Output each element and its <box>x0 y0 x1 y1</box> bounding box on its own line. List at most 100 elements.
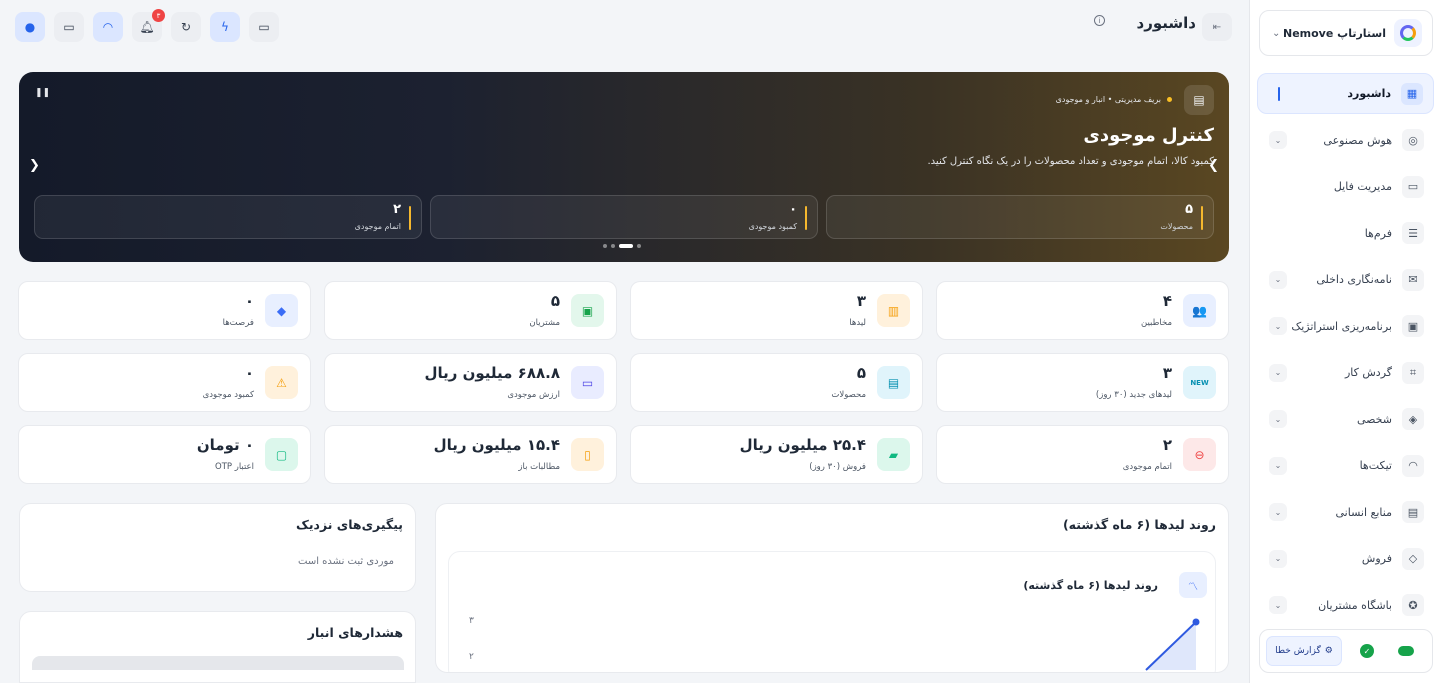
chevron-down-icon[interactable]: ⌄ <box>1269 131 1287 149</box>
sidebar-item-leading: ⌄ <box>1269 131 1287 149</box>
sidebar-item[interactable]: ⌄ شخصی ◈ <box>1257 399 1434 440</box>
window-button[interactable]: ▭ <box>54 12 84 42</box>
brain-icon: ◎ <box>1402 129 1424 151</box>
sidebar-item[interactable]: فرم‌ها ☰ <box>1257 213 1434 254</box>
pause-icon[interactable]: ❚❚ <box>35 88 50 98</box>
sidebar-footer: ⚙ گزارش خطا ✓ <box>1259 629 1433 673</box>
hero-stat-shortage: ۰ کمبود موجودی <box>430 195 818 239</box>
sidebar-item[interactable]: ⌄ فروش ◇ <box>1257 538 1434 579</box>
kpi-label: لیدها <box>849 318 866 328</box>
award-icon: ✪ <box>1402 594 1424 616</box>
kpi-value: ۰ <box>244 292 254 310</box>
followups-panel: پیگیری‌های نزدیک موردی ثبت نشده است <box>19 503 416 592</box>
chevron-down-icon[interactable]: ⌄ <box>1269 503 1287 521</box>
hero-stat-label: محصولات <box>1160 222 1193 231</box>
hero-stat-products: ۵ محصولات <box>826 195 1214 239</box>
followups-empty: موردی ثبت نشده است <box>298 556 394 567</box>
warning-icon: ⚠ <box>265 366 298 399</box>
sidebar-item[interactable]: ⌄ نامه‌نگاری داخلی ✉ <box>1257 259 1434 300</box>
new-badge-icon: NEW <box>1183 366 1216 399</box>
sidebar-item[interactable]: ⌄ گردش کار ⌗ <box>1257 352 1434 393</box>
report-error-button[interactable]: ⚙ گزارش خطا <box>1266 636 1342 666</box>
carousel-dot[interactable] <box>637 244 641 248</box>
sidebar-item[interactable]: مدیریت فایل ▭ <box>1257 166 1434 207</box>
sidebar-item-label: باشگاه مشتریان <box>1318 598 1392 612</box>
sidebar-item[interactable]: ⌄ هوش مصنوعی ◎ <box>1257 120 1434 161</box>
folder-icon: ▭ <box>1402 175 1424 198</box>
kpi-card[interactable]: ◆ ۰ فرصت‌ها <box>18 281 311 340</box>
form-icon: ☰ <box>1402 222 1424 244</box>
sidebar-item-label: مدیریت فایل <box>1333 180 1392 193</box>
active-indicator <box>1278 86 1280 101</box>
collapse-icon: ⇤ <box>1212 21 1222 33</box>
sidebar-item-label: داشبورد <box>1347 87 1391 100</box>
hero-carousel: ❚❚ ❯ ❮ ▤ بریف مدیریتی • انبار و موجودی ک… <box>19 72 1229 262</box>
kpi-card[interactable]: ⚠ ۰ کمبود موجودی <box>18 353 311 412</box>
org-logo-icon <box>1394 19 1422 47</box>
sidebar-item[interactable]: ⌄ برنامه‌ریزی استراتژیک ▣ <box>1257 306 1434 347</box>
top-bar: ● ▭ ◠ 🔔︎ ۳ ↻ ϟ ▭ i داشبورد ⇤ <box>0 0 1249 52</box>
archive-icon: ▤ <box>1184 85 1214 115</box>
sidebar-item-leading: ⌄ <box>1269 270 1287 289</box>
cloud-sync-icon[interactable] <box>1398 646 1414 656</box>
kpi-card[interactable]: ▥ ۳ لیدها <box>630 281 923 340</box>
carousel-dot[interactable] <box>611 244 615 248</box>
bar-chart-icon: ▥ <box>877 294 910 327</box>
chevron-down-icon[interactable]: ⌄ <box>1269 363 1287 382</box>
store-icon: ▣ <box>571 294 604 327</box>
kpi-card[interactable]: ▯ ۱۵.۴ میلیون ریال مطالبات باز <box>324 425 617 484</box>
sidebar-item-leading: ⌄ <box>1269 317 1287 335</box>
refresh-button[interactable]: ↻ <box>171 12 201 42</box>
receipt-icon: ▯ <box>571 438 604 471</box>
kpi-value: ۵ <box>856 364 866 382</box>
alert-item <box>32 656 404 670</box>
info-icon[interactable]: i <box>1094 15 1105 26</box>
kpi-card[interactable]: 👥 ۴ مخاطبین <box>936 281 1229 340</box>
hero-stat-label: کمبود موجودی <box>748 222 797 231</box>
sidebar-item[interactable]: ⌄ تیکت‌ها ◠ <box>1257 445 1434 486</box>
sidebar-item[interactable]: داشبورد ▦ <box>1257 73 1434 114</box>
org-switcher[interactable]: ⌄ استارتاپ Nemove <box>1259 10 1433 56</box>
sidebar-item-label: برنامه‌ریزی استراتژیک <box>1291 319 1392 333</box>
kpi-card[interactable]: ▣ ۵ مشتریان <box>324 281 617 340</box>
kpi-card[interactable]: NEW ۳ لیدهای جدید (۳۰ روز) <box>936 353 1229 412</box>
sidebar-item-label: منابع انسانی <box>1335 505 1393 519</box>
carousel-dot[interactable] <box>619 244 633 248</box>
kpi-value: ۰ تومان <box>196 436 254 454</box>
carousel-dot[interactable] <box>603 244 607 248</box>
sidebar: ⌄ استارتاپ Nemove داشبورد ▦ ⌄ هوش مصنوعی ◎ مد… <box>1249 0 1440 683</box>
chevron-down-icon[interactable]: ⌄ <box>1269 456 1287 475</box>
quick-action-button[interactable]: ϟ <box>210 12 240 42</box>
kpi-value: ۲۵.۴ میلیون ریال <box>739 436 866 454</box>
sidebar-toggle-button[interactable]: ⇤ <box>1202 13 1232 41</box>
kpi-card[interactable]: ▤ ۵ محصولات <box>630 353 923 412</box>
sidebar-item[interactable]: ⌄ باشگاه مشتریان ✪ <box>1257 585 1434 626</box>
chevron-down-icon[interactable]: ⌄ <box>1269 270 1287 289</box>
sidebar-item-label: تیکت‌ها <box>1359 459 1392 472</box>
fullscreen-button[interactable]: ▭ <box>249 12 279 42</box>
hero-stat-label: اتمام موجودی <box>354 222 401 231</box>
chevron-down-icon[interactable]: ⌄ <box>1269 596 1287 614</box>
chevron-down-icon[interactable]: ⌄ <box>1269 410 1287 428</box>
user-button[interactable]: ● <box>15 12 45 42</box>
kpi-card[interactable]: ⊖ ۲ اتمام موجودی <box>936 425 1229 484</box>
workflow-icon: ⌗ <box>1402 361 1424 384</box>
notifications-button[interactable]: 🔔︎ ۳ <box>132 9 165 42</box>
window-icon: ▭ <box>63 20 75 34</box>
chevron-down-icon[interactable]: ⌄ <box>1269 549 1287 568</box>
hero-stat-value: ۰ <box>789 202 797 217</box>
kpi-card[interactable]: ▭ ۶۸۸.۸ میلیون ریال ارزش موجودی <box>324 353 617 412</box>
data-point[interactable] <box>1192 618 1200 626</box>
kpi-card[interactable]: ▰ ۲۵.۴ میلیون ریال فروش (۳۰ روز) <box>630 425 923 484</box>
chevron-down-icon[interactable]: ⌄ <box>1269 317 1287 335</box>
check-circle-icon[interactable]: ✓ <box>1360 644 1374 658</box>
kpi-value: ۲ <box>1162 436 1172 454</box>
sidebar-item-label: فرم‌ها <box>1364 226 1392 240</box>
chevron-left-icon[interactable]: ❯ <box>29 158 40 173</box>
leads-chart-svg <box>1145 618 1200 671</box>
sidebar-item[interactable]: ⌄ منابع انسانی ▤ <box>1257 492 1434 533</box>
kpi-card[interactable]: ▢ ۰ تومان اعتبار OTP <box>18 425 311 484</box>
kpi-value: ۵ <box>550 292 560 310</box>
support-button[interactable]: ◠ <box>93 12 123 42</box>
sidebar-item-leading: ⌄ <box>1269 549 1287 568</box>
